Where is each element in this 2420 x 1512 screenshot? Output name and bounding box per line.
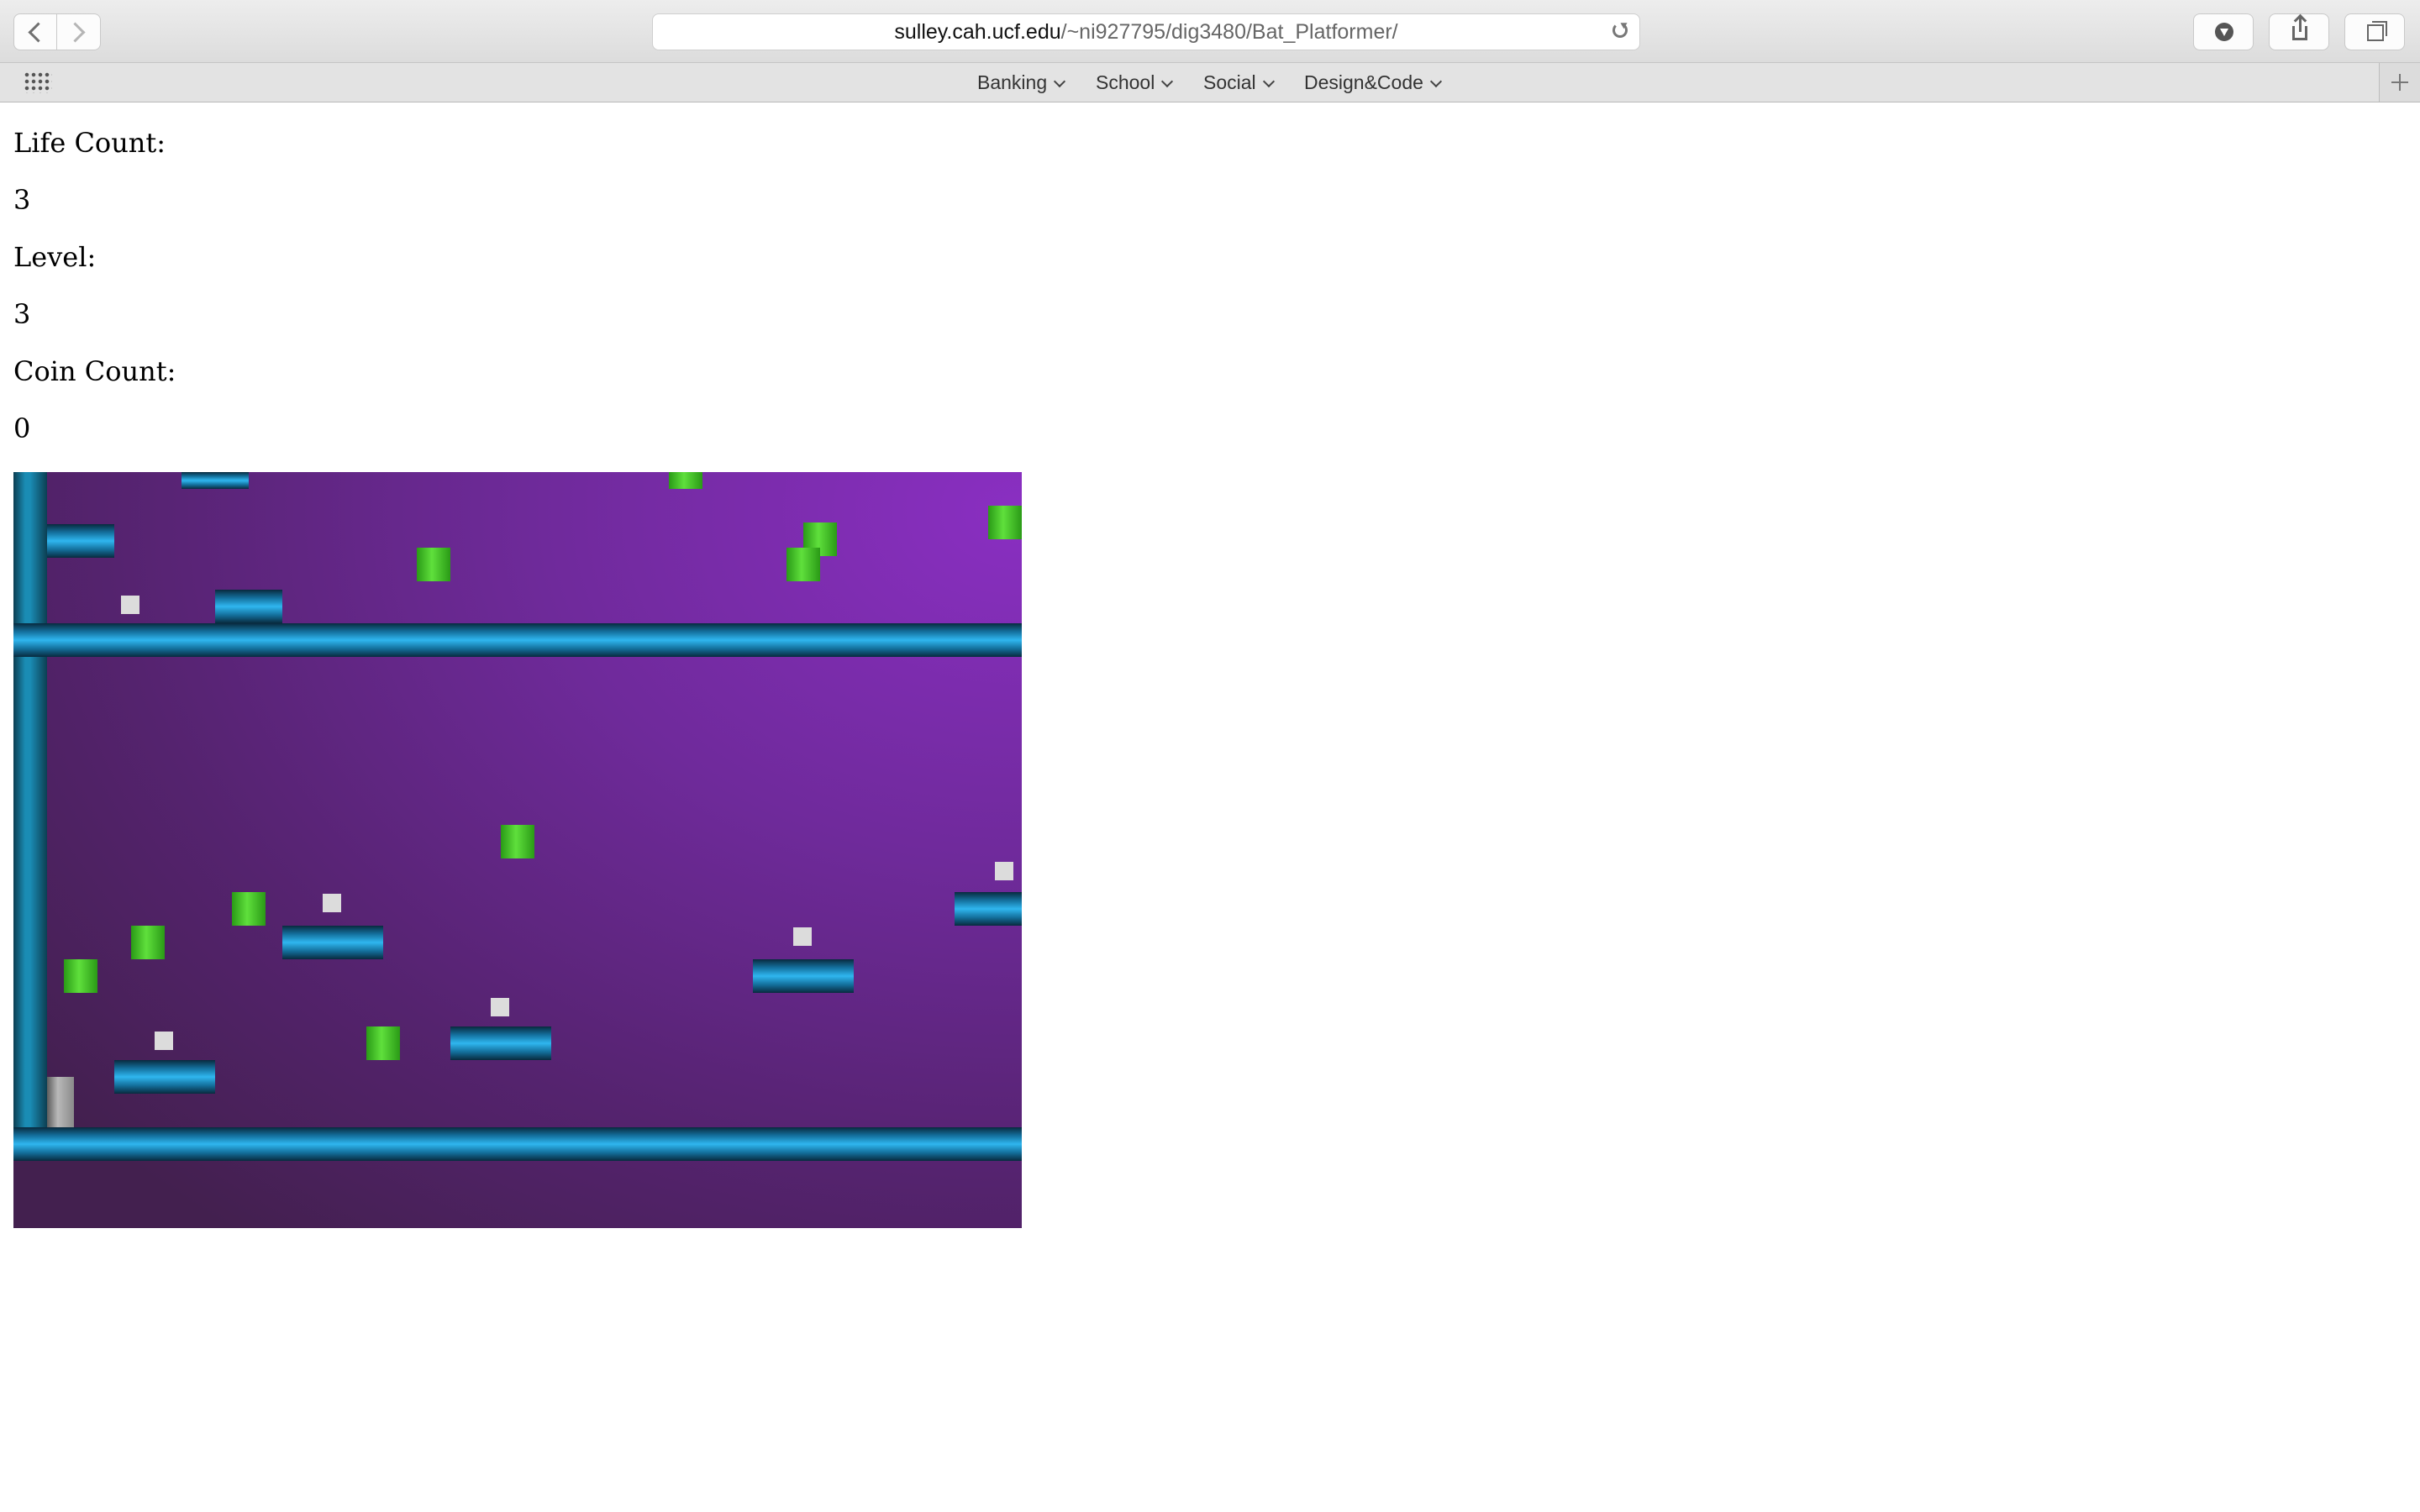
favorites-bar: Banking School Social Design&Code (0, 63, 2420, 102)
favorite-social[interactable]: Social (1203, 63, 1275, 102)
favorite-banking[interactable]: Banking (977, 63, 1066, 102)
favorite-label: Banking (977, 71, 1048, 93)
ground-floor (13, 1127, 1022, 1161)
share-icon (2292, 18, 2307, 40)
favorite-design-code[interactable]: Design&Code (1304, 63, 1442, 102)
level-value: 3 (13, 298, 31, 330)
platform (955, 892, 1022, 926)
spike-block (121, 596, 139, 614)
coin (417, 548, 450, 581)
coin-count-value: 0 (13, 412, 31, 444)
coin (131, 926, 165, 959)
forward-icon (65, 22, 86, 43)
upper-floor (13, 623, 1022, 657)
level-label: Level: (13, 241, 97, 273)
platform (215, 590, 282, 623)
browser-toolbar: sulley.cah.ucf.edu/~ni927795/dig3480/Bat… (0, 0, 2420, 63)
coin (366, 1026, 400, 1060)
platform (753, 959, 854, 993)
chevron-down-icon (1161, 75, 1174, 88)
spike-block (995, 862, 1013, 880)
chevron-down-icon (1429, 75, 1442, 88)
spike-block (323, 894, 341, 912)
coin (988, 506, 1022, 539)
platform (182, 472, 249, 489)
download-icon (2215, 23, 2233, 41)
favorite-label: Design&Code (1304, 71, 1423, 93)
coin (669, 472, 702, 489)
show-tabs-button[interactable] (2344, 13, 2405, 50)
tabs-icon (2367, 21, 2387, 41)
life-count-value: 3 (13, 184, 31, 216)
spike-block (155, 1032, 173, 1050)
coin (501, 825, 534, 858)
plus-icon (2391, 74, 2408, 91)
platform (282, 926, 383, 959)
grid-icon[interactable] (24, 71, 52, 93)
game-canvas[interactable] (13, 472, 1022, 1228)
platform (47, 524, 114, 558)
back-icon (28, 22, 49, 43)
back-button[interactable] (13, 13, 57, 50)
coin (232, 892, 266, 926)
spike-block (793, 927, 812, 946)
coin (64, 959, 97, 993)
share-button[interactable] (2269, 13, 2329, 50)
platform (450, 1026, 551, 1060)
player-character (47, 1077, 74, 1127)
left-wall (13, 472, 47, 1127)
coin-count-label: Coin Count: (13, 355, 176, 387)
url-path: /~ni927795/dig3480/Bat_Platformer/ (1060, 20, 1398, 44)
spike-block (491, 998, 509, 1016)
favorite-label: Social (1203, 71, 1256, 93)
chevron-down-icon (1054, 75, 1066, 88)
favorite-school[interactable]: School (1096, 63, 1174, 102)
reload-icon[interactable] (1612, 23, 1628, 38)
downloads-button[interactable] (2193, 13, 2254, 50)
chevron-down-icon (1262, 75, 1275, 88)
forward-button[interactable] (57, 13, 101, 50)
life-count-label: Life Count: (13, 127, 166, 159)
address-bar[interactable]: sulley.cah.ucf.edu/~ni927795/dig3480/Bat… (652, 13, 1640, 50)
favorite-label: School (1096, 71, 1155, 93)
url-host: sulley.cah.ucf.edu (894, 20, 1061, 44)
new-tab-button[interactable] (2379, 63, 2420, 102)
platform (114, 1060, 215, 1094)
coin (786, 548, 820, 581)
